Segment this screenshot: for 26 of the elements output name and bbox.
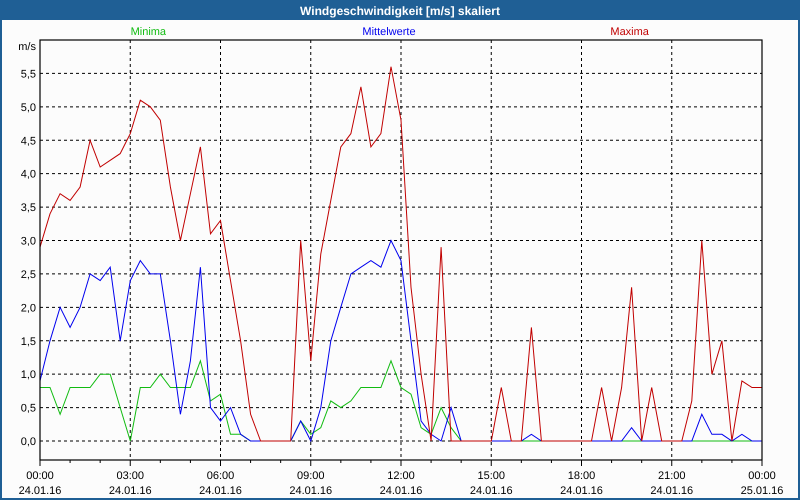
tick-label: 00:00 25.01.16: [740, 470, 784, 497]
tick-label: 03:00 24.01.16: [108, 470, 152, 497]
tick-label: 06:00 24.01.16: [199, 470, 242, 497]
legend-label: Maxima: [610, 26, 649, 38]
tick-label: 09:00 24.01.16: [289, 470, 332, 497]
tick-label: 4,0: [20, 168, 36, 181]
legend-label: Minima: [130, 26, 166, 38]
tick-label: 5,5: [20, 68, 36, 80]
tick-label: 3,5: [20, 202, 36, 214]
tick-label: 00:00 24.01.16: [18, 470, 62, 497]
tick-label: 12:00 24.01.16: [380, 470, 422, 497]
tick-label: 15:00 24.01.16: [470, 470, 513, 497]
window-title: Windgeschwindigkeit [m/s] skaliert: [300, 3, 500, 20]
legend-label: Mittelwerte: [362, 26, 416, 38]
tick-label: 2,0: [20, 302, 36, 314]
tick-label: 3,0: [20, 236, 36, 248]
tick-label: 0,5: [20, 402, 36, 415]
tick-label: 18:00 24.01.16: [560, 470, 603, 497]
tick-label: 21:00 24.01.16: [650, 470, 694, 497]
tick-label: 4,5: [20, 135, 36, 148]
y-axis-unit: m/s: [18, 41, 36, 53]
tick-label: 1,5: [20, 336, 36, 348]
tick-label: 1,0: [20, 369, 36, 382]
tick-label: 2,5: [20, 268, 36, 281]
tick-label: 0,0: [20, 436, 36, 448]
tick-label: 5,0: [20, 102, 36, 114]
